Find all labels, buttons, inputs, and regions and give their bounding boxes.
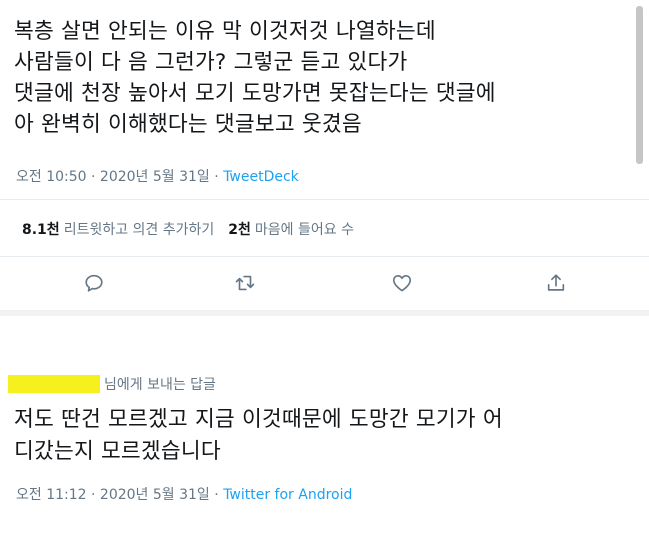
divider [0,256,649,257]
like-label[interactable]: 마음에 들어요 수 [255,219,354,239]
meta-separator: · [209,487,224,503]
share-button[interactable] [541,268,571,298]
reply-source-link[interactable]: Twitter for Android [223,487,352,503]
reply-time[interactable]: 오전 11:12 [16,487,87,503]
share-icon [547,274,565,291]
tweet-stats: 8.1천 리트윗하고 의견 추가하기 2천 마음에 들어요 수 [22,219,354,239]
reply-button[interactable] [79,268,109,298]
tweet-text: 복층 살면 안되는 이유 막 이것저것 나열하는데 사람들이 다 음 그런가? … [14,19,496,137]
retweet-button[interactable] [230,268,260,298]
tweet-time[interactable]: 오전 10:50 [16,169,87,185]
divider [0,199,649,200]
heart-icon [392,275,412,292]
meta-separator: · [209,169,224,185]
tweet-date[interactable]: 2020년 5월 31일 [100,169,210,185]
reply-text: 저도 딴건 모르겠고 지금 이것때문에 도망간 모기가 어 디갔는지 모르겠습니… [14,407,503,464]
retweet-icon [235,275,255,291]
reply-date[interactable]: 2020년 5월 31일 [100,487,210,503]
tweet-actions [0,268,649,300]
like-button[interactable] [387,268,417,298]
reply-icon [85,274,103,292]
retweet-label[interactable]: 리트윗하고 의견 추가하기 [64,219,215,239]
tweet-source-link[interactable]: TweetDeck [223,169,299,185]
meta-separator: · [86,169,100,185]
scrollbar[interactable] [636,6,643,164]
like-count[interactable]: 2천 [228,219,251,239]
reply-meta: 오전 11:12 · 2020년 5월 31일 · Twitter for An… [16,484,352,504]
original-tweet-card: 복층 살면 안되는 이유 막 이것저것 나열하는데 사람들이 다 음 그런가? … [0,0,649,310]
meta-separator: · [86,487,100,503]
retweet-count[interactable]: 8.1천 [22,219,60,239]
redacted-username [8,375,100,393]
reply-tweet-card: 님에게 보내는 답글 저도 딴건 모르겠고 지금 이것때문에 도망간 모기가 어… [0,316,649,544]
reply-to-line: 님에게 보내는 답글 [8,374,216,394]
reply-to-label: 님에게 보내는 답글 [104,377,216,393]
tweet-meta: 오전 10:50 · 2020년 5월 31일 · TweetDeck [16,166,299,186]
